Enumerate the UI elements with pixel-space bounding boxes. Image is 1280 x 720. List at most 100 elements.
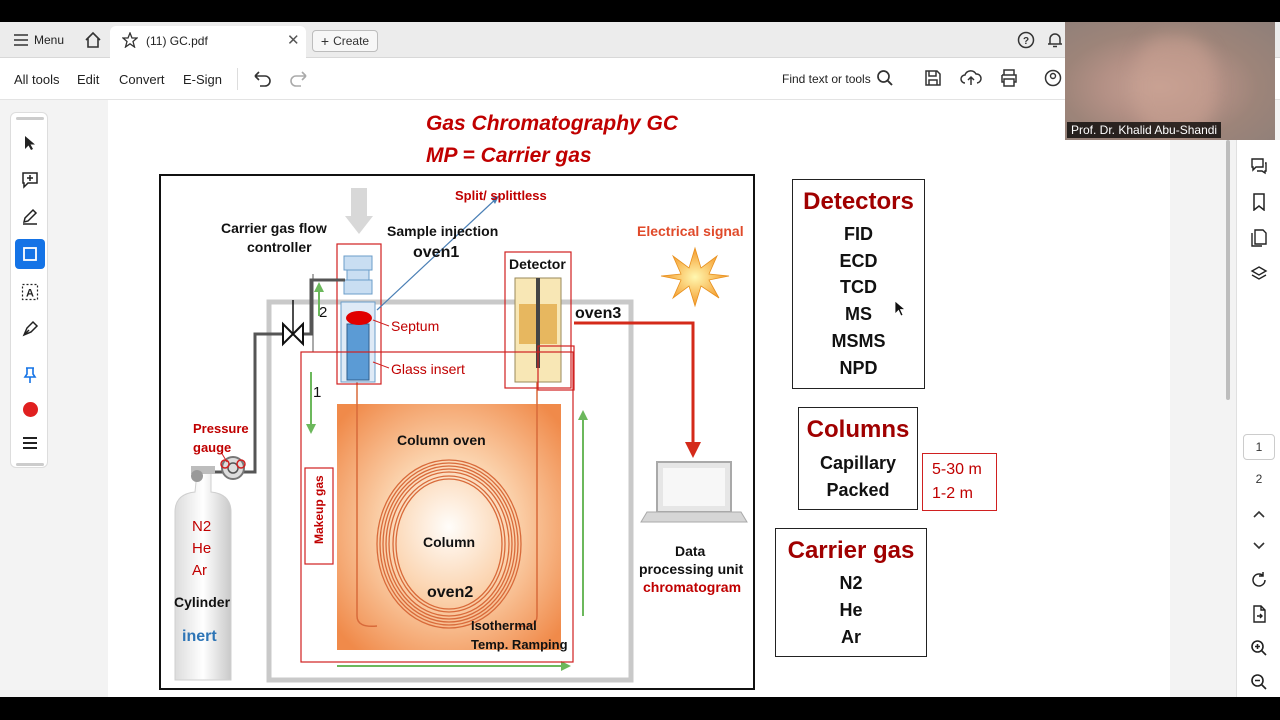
column-label: Column bbox=[423, 534, 476, 550]
vertical-scrollbar[interactable] bbox=[1226, 140, 1230, 400]
pages-icon bbox=[1251, 229, 1267, 247]
oven2-label: oven2 bbox=[427, 584, 474, 601]
pressure-label-1: Pressure bbox=[193, 421, 249, 436]
presenter-silhouette bbox=[1135, 36, 1215, 136]
home-button[interactable] bbox=[84, 31, 102, 49]
tab-title: (11) GC.pdf bbox=[146, 34, 208, 48]
rotate-button[interactable] bbox=[1249, 570, 1269, 590]
draw-rectangle-button[interactable] bbox=[15, 239, 45, 269]
add-comment-button[interactable] bbox=[15, 165, 45, 195]
line-weight-button[interactable] bbox=[15, 428, 45, 458]
previous-page-button[interactable] bbox=[1249, 504, 1269, 524]
flow-controller-label-1: Carrier gas flow bbox=[221, 220, 327, 236]
select-tool-button[interactable] bbox=[15, 128, 45, 158]
esign-button[interactable]: E-Sign bbox=[183, 72, 222, 87]
chromatogram-label: chromatogram bbox=[643, 579, 742, 595]
favorite-button[interactable] bbox=[122, 32, 138, 48]
zoom-in-button[interactable] bbox=[1249, 638, 1269, 658]
redo-button[interactable] bbox=[289, 69, 309, 87]
line-weight-icon bbox=[23, 437, 37, 449]
webcam-overlay: Prof. Dr. Khalid Abu-Shandi bbox=[1065, 22, 1275, 140]
convert-button[interactable]: Convert bbox=[119, 72, 165, 87]
detector-item: MSMS bbox=[831, 331, 886, 351]
cylinder-label: Cylinder bbox=[174, 594, 231, 610]
pressure-label-2: gauge bbox=[193, 440, 232, 455]
rail-drag-handle-bottom[interactable] bbox=[16, 463, 44, 466]
pages-panel-button[interactable] bbox=[1249, 228, 1269, 248]
detector-item: FID bbox=[844, 224, 873, 244]
sign-button[interactable] bbox=[15, 314, 45, 344]
bell-icon bbox=[1048, 33, 1062, 48]
save-button[interactable] bbox=[924, 69, 942, 87]
toolbar-divider bbox=[237, 68, 238, 90]
edit-button[interactable]: Edit bbox=[77, 72, 99, 87]
text-box-button[interactable]: A bbox=[15, 277, 45, 307]
flow-number-1: 1 bbox=[313, 384, 322, 401]
mouse-cursor-icon bbox=[894, 300, 906, 317]
share-button[interactable] bbox=[1044, 69, 1062, 87]
find-text-label[interactable]: Find text or tools bbox=[782, 72, 871, 86]
detector-label: Detector bbox=[509, 256, 566, 272]
share-user-icon bbox=[1044, 69, 1062, 87]
column-type-item: Packed bbox=[826, 480, 890, 500]
septum-dot bbox=[346, 311, 372, 325]
create-label: Create bbox=[333, 34, 370, 48]
create-button[interactable]: + Create bbox=[312, 30, 378, 52]
column-length-capillary: 5-30 m bbox=[932, 461, 982, 478]
pin-button[interactable] bbox=[15, 360, 45, 390]
upload-button[interactable] bbox=[960, 69, 982, 87]
layers-panel-button[interactable] bbox=[1249, 264, 1269, 284]
laptop-graphic bbox=[640, 461, 748, 523]
inert-label: inert bbox=[182, 628, 217, 645]
bookmarks-panel-button[interactable] bbox=[1249, 192, 1269, 212]
all-tools-button[interactable]: All tools bbox=[14, 72, 60, 87]
zoom-out-button[interactable] bbox=[1249, 672, 1269, 692]
pin-icon bbox=[23, 367, 37, 383]
acrobat-window: Menu (11) GC.pdf ✕ + Create ? All tools … bbox=[0, 0, 1280, 720]
detector-item: ECD bbox=[839, 251, 878, 271]
cursor-arrow-icon bbox=[25, 136, 35, 150]
injection-arrow bbox=[345, 188, 373, 234]
pen-icon bbox=[22, 208, 38, 225]
search-button[interactable] bbox=[876, 69, 894, 87]
letterbox-top bbox=[0, 0, 1280, 22]
notifications-button[interactable] bbox=[1046, 31, 1064, 49]
comments-panel-button[interactable] bbox=[1249, 156, 1269, 176]
tab-gc-pdf[interactable] bbox=[110, 26, 306, 58]
undo-icon bbox=[254, 71, 271, 87]
rectangle-icon bbox=[23, 247, 37, 261]
help-icon: ? bbox=[1017, 31, 1035, 49]
printer-icon bbox=[1001, 69, 1017, 87]
gas-ar-label: Ar bbox=[192, 562, 207, 579]
close-tab-icon[interactable]: ✕ bbox=[287, 31, 300, 49]
oven1-label: oven1 bbox=[413, 244, 460, 261]
undo-button[interactable] bbox=[252, 69, 272, 87]
highlight-button[interactable] bbox=[15, 202, 45, 232]
page-thumb-2[interactable]: 2 bbox=[1243, 466, 1275, 492]
rail-drag-handle[interactable] bbox=[16, 117, 44, 120]
search-icon bbox=[877, 70, 893, 86]
column-length-box: 5-30 m 1-2 m bbox=[922, 453, 997, 511]
quick-tools-rail: A bbox=[10, 112, 48, 468]
menu-button[interactable]: Menu bbox=[14, 33, 64, 47]
oven3-label: oven3 bbox=[575, 305, 622, 322]
flow-number-2: 2 bbox=[319, 304, 328, 321]
columns-box: Columns Capillary Packed bbox=[798, 407, 918, 510]
carrier-gas-item: N2 bbox=[839, 573, 863, 593]
next-page-button[interactable] bbox=[1249, 536, 1269, 556]
color-picker-button[interactable] bbox=[15, 394, 45, 424]
extract-pages-button[interactable] bbox=[1249, 604, 1269, 624]
zoom-in-icon bbox=[1251, 640, 1267, 656]
refresh-icon bbox=[1252, 572, 1266, 587]
red-color-dot-icon bbox=[22, 401, 38, 417]
electrical-signal-label: Electrical signal bbox=[637, 223, 744, 239]
save-icon bbox=[925, 70, 941, 86]
carrier-gas-title: Carrier gas bbox=[787, 537, 915, 564]
text-box-icon: A bbox=[21, 283, 39, 301]
comment-plus-icon bbox=[22, 172, 38, 189]
hamburger-icon bbox=[14, 34, 28, 46]
print-button[interactable] bbox=[999, 69, 1019, 87]
right-panel-rail: 1 2 bbox=[1236, 140, 1280, 697]
help-button[interactable]: ? bbox=[1017, 31, 1035, 49]
page-thumb-1[interactable]: 1 bbox=[1243, 434, 1275, 460]
